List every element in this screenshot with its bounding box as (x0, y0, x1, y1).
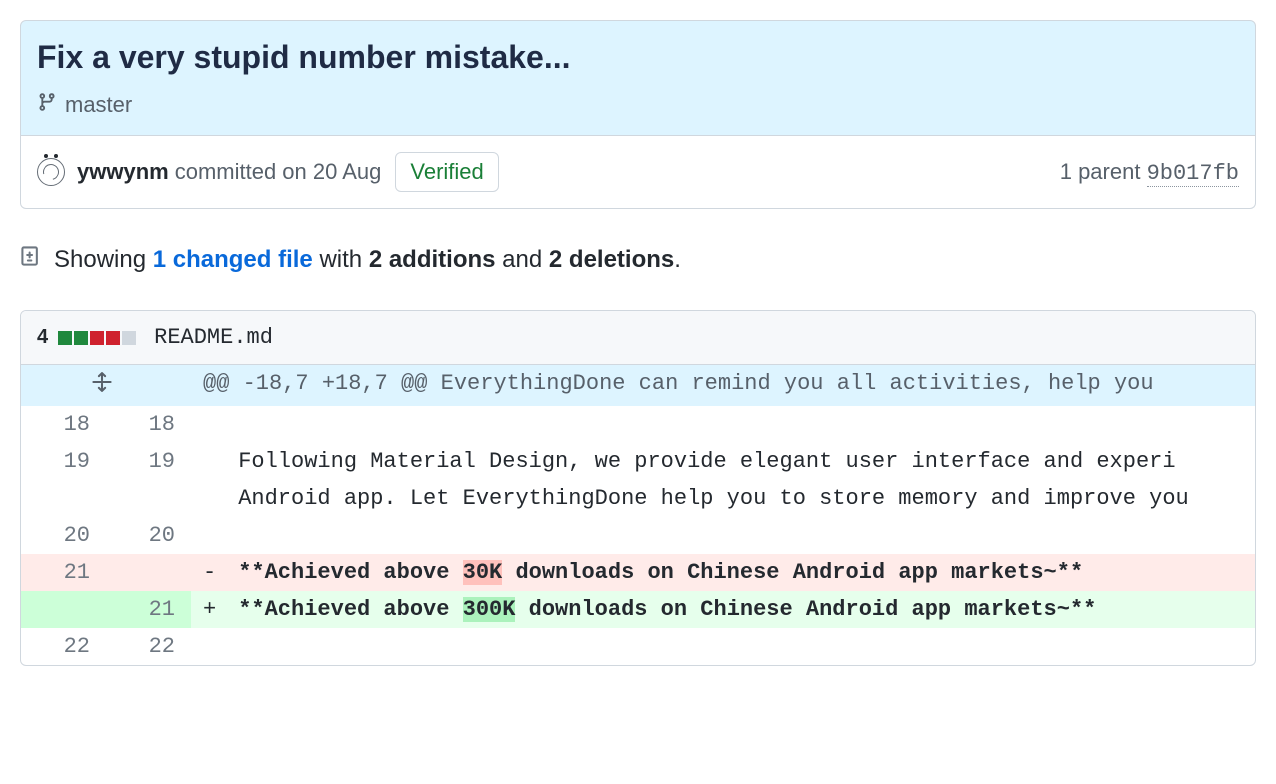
expand-hunk-button[interactable] (21, 365, 191, 406)
hunk-header-row: @@ -18,7 +18,7 @@ EverythingDone can rem… (21, 365, 1255, 406)
old-line-number[interactable]: 20 (21, 517, 106, 554)
code-cell: + **Achieved above 300K downloads on Chi… (191, 591, 1255, 628)
unfold-icon (91, 371, 113, 400)
new-line-number[interactable]: 21 (106, 591, 191, 628)
new-line-number[interactable]: 19 (106, 443, 191, 480)
diff-table: @@ -18,7 +18,7 @@ EverythingDone can rem… (21, 365, 1255, 665)
code-cell (191, 406, 1255, 443)
commit-time: committed on 20 Aug (175, 159, 382, 185)
file-name-link[interactable]: README.md (154, 325, 273, 350)
old-line-number[interactable]: 21 (21, 554, 106, 591)
hunk-header-text: @@ -18,7 +18,7 @@ EverythingDone can rem… (191, 365, 1255, 406)
old-line-number[interactable] (21, 591, 106, 628)
old-line-number[interactable]: 18 (21, 406, 106, 443)
diffstat-blocks (58, 331, 136, 345)
deletion-block (90, 331, 104, 345)
deletion-marker: - (203, 560, 225, 585)
additions-count: 2 additions (369, 246, 496, 273)
deletion-block (106, 331, 120, 345)
new-line-number[interactable] (106, 480, 191, 517)
new-line-number[interactable]: 20 (106, 517, 191, 554)
word-diff-highlight: 300K (463, 597, 516, 622)
new-line-number[interactable] (106, 554, 191, 591)
diffstat-text: Showing 1 changed file with 2 additions … (54, 246, 681, 274)
avatar[interactable] (37, 158, 65, 186)
deletions-count: 2 deletions (549, 246, 674, 273)
code-cell: Following Material Design, we provide el… (191, 443, 1255, 480)
parent-sha-link[interactable]: 9b017fb (1147, 161, 1239, 187)
diff-line: 2020 (21, 517, 1255, 554)
changed-files-link[interactable]: 1 changed file (153, 246, 313, 273)
old-line-number[interactable] (21, 480, 106, 517)
commit-header: Fix a very stupid number mistake... mast… (20, 20, 1256, 136)
code-cell (191, 517, 1255, 554)
branch-row: master (37, 91, 1239, 119)
addition-marker: + (203, 597, 225, 622)
git-branch-icon (37, 91, 57, 119)
diff-line: 1818 (21, 406, 1255, 443)
diff-line: 21+ **Achieved above 300K downloads on C… (21, 591, 1255, 628)
change-count: 4 (37, 326, 48, 349)
author-link[interactable]: ywwynm (77, 159, 169, 185)
old-line-number[interactable]: 22 (21, 628, 106, 665)
code-cell: - **Achieved above 30K downloads on Chin… (191, 554, 1255, 591)
file-header: 4 README.md (21, 311, 1255, 365)
old-line-number[interactable]: 19 (21, 443, 106, 480)
code-cell: Android app. Let EverythingDone help you… (191, 480, 1255, 517)
diff-line: 1919 Following Material Design, we provi… (21, 443, 1255, 480)
neutral-block (122, 331, 136, 345)
new-line-number[interactable]: 18 (106, 406, 191, 443)
word-diff-highlight: 30K (463, 560, 503, 585)
diff-line: 21 - **Achieved above 30K downloads on Ch… (21, 554, 1255, 591)
diffstat-row: Showing 1 changed file with 2 additions … (20, 243, 1256, 276)
addition-block (74, 331, 88, 345)
code-cell (191, 628, 1255, 665)
parent-label: 1 parent (1060, 159, 1141, 184)
diff-line: Android app. Let EverythingDone help you… (21, 480, 1255, 517)
addition-block (58, 331, 72, 345)
branch-name[interactable]: master (65, 92, 132, 118)
file-diff-icon (20, 243, 42, 276)
diff-line: 2222 (21, 628, 1255, 665)
commit-title: Fix a very stupid number mistake... (37, 37, 1239, 77)
new-line-number[interactable]: 22 (106, 628, 191, 665)
file-diff: 4 README.md @@ -18,7 +18,7 @@ Everything… (20, 310, 1256, 666)
commit-meta: ywwynm committed on 20 Aug Verified 1 pa… (20, 136, 1256, 209)
verified-badge[interactable]: Verified (395, 152, 498, 192)
parent-info: 1 parent 9b017fb (1060, 159, 1239, 186)
